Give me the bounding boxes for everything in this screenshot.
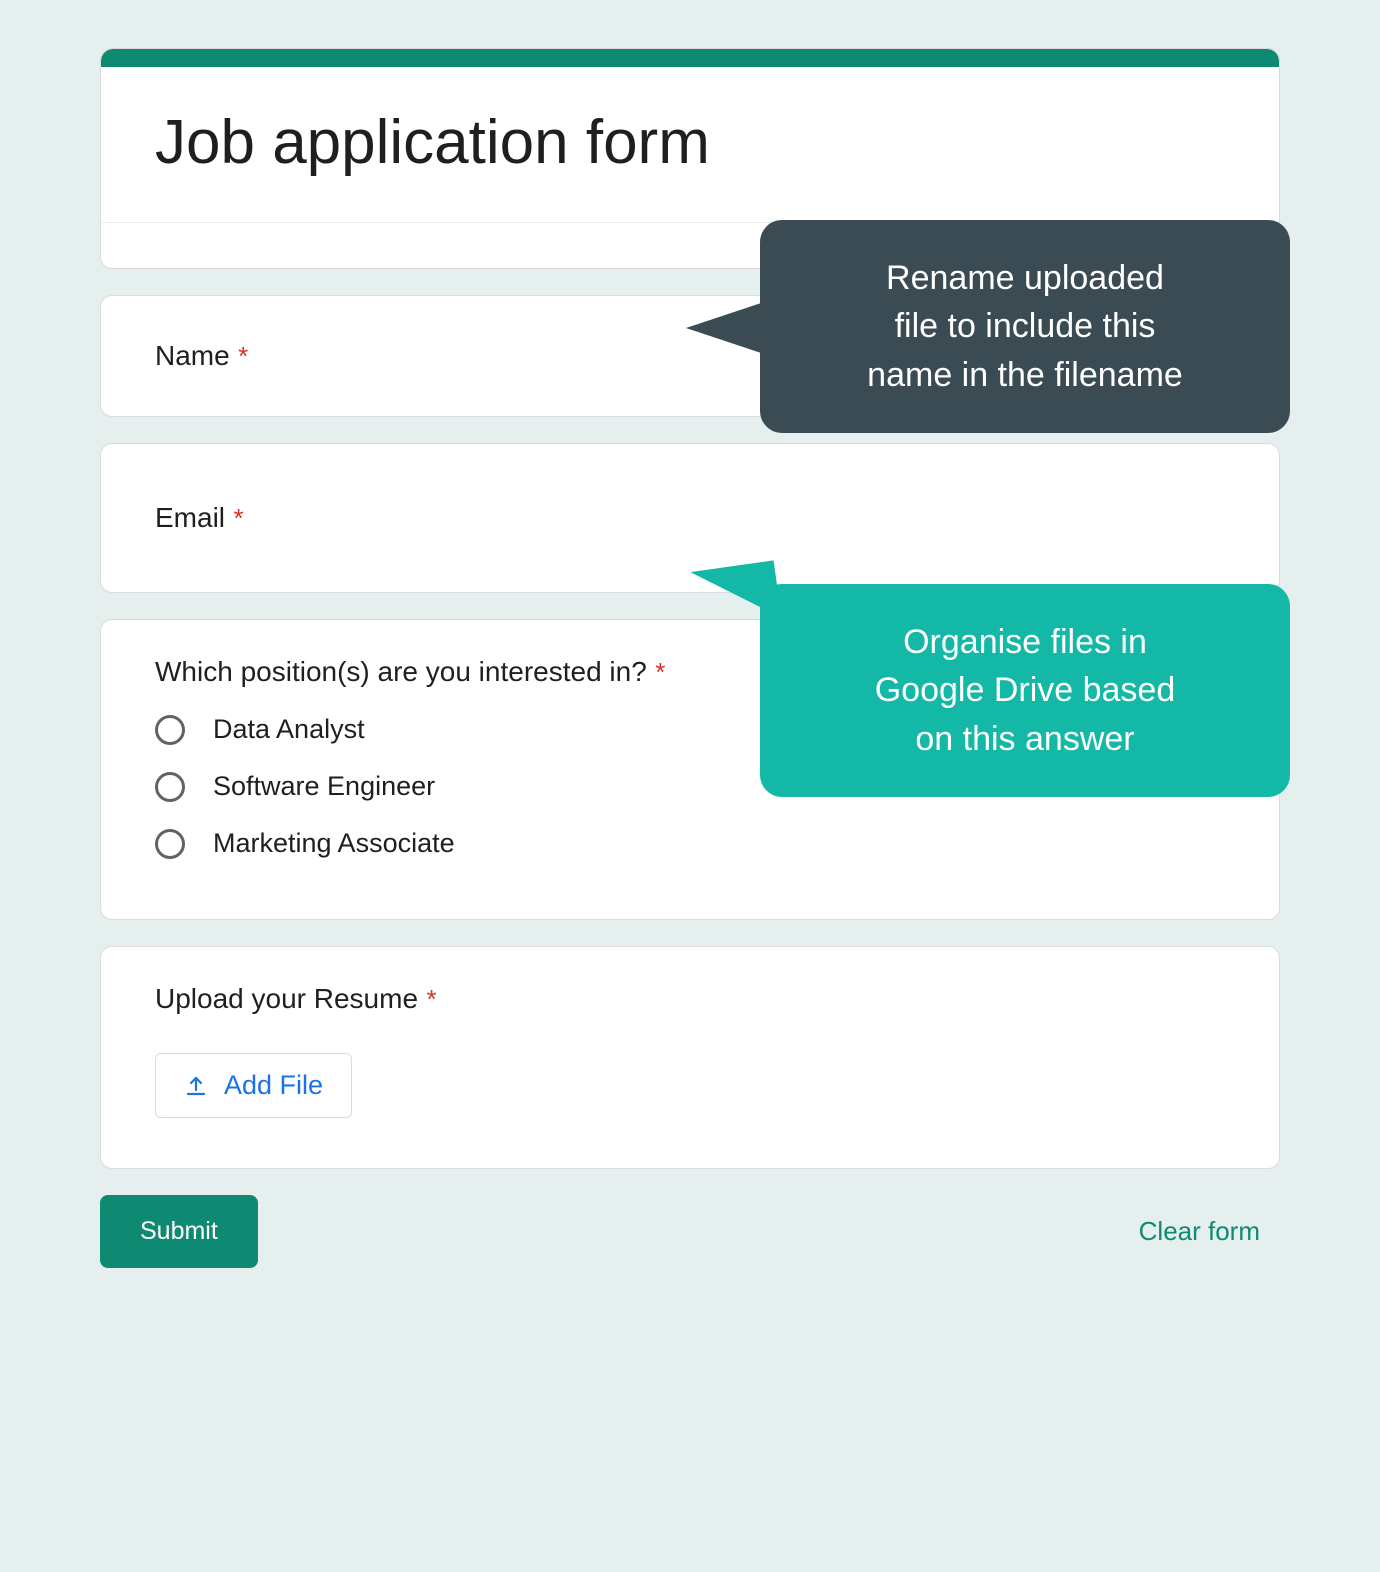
option-label: Data Analyst: [213, 714, 365, 745]
form-container: Job application form Name * Email * Whic…: [100, 48, 1280, 1268]
radio-circle-icon: [155, 715, 185, 745]
form-title: Job application form: [101, 67, 1279, 222]
submit-button[interactable]: Submit: [100, 1195, 258, 1268]
question-card-email[interactable]: Email *: [100, 443, 1280, 593]
add-file-button[interactable]: Add File: [155, 1053, 352, 1118]
position-label: Which position(s) are you interested in?: [155, 656, 647, 687]
radio-circle-icon: [155, 829, 185, 859]
resume-label: Upload your Resume: [155, 983, 418, 1014]
required-marker: *: [238, 341, 248, 371]
name-label: Name: [155, 340, 230, 371]
clear-form-link[interactable]: Clear form: [1139, 1216, 1260, 1247]
radio-option-marketing-associate[interactable]: Marketing Associate: [155, 828, 1225, 859]
radio-circle-icon: [155, 772, 185, 802]
callout-pointer-icon: [686, 302, 764, 354]
email-label: Email: [155, 502, 225, 533]
form-footer: Submit Clear form: [100, 1195, 1280, 1268]
question-card-resume: Upload your Resume * Add File: [100, 946, 1280, 1169]
resume-question-row: Upload your Resume *: [155, 983, 1225, 1015]
option-label: Software Engineer: [213, 771, 435, 802]
callout-pointer-icon: [690, 560, 781, 629]
upload-icon: [184, 1074, 208, 1098]
callout-organise-text: Organise files in Google Drive based on …: [804, 618, 1246, 763]
required-marker: *: [655, 657, 665, 687]
option-label: Marketing Associate: [213, 828, 455, 859]
header-accent-bar: [101, 49, 1279, 67]
callout-rename-text: Rename uploaded file to include this nam…: [804, 254, 1246, 399]
callout-organise: Organise files in Google Drive based on …: [760, 584, 1290, 797]
required-marker: *: [426, 984, 436, 1014]
add-file-label: Add File: [224, 1070, 323, 1101]
callout-rename: Rename uploaded file to include this nam…: [760, 220, 1290, 433]
required-marker: *: [233, 503, 243, 533]
